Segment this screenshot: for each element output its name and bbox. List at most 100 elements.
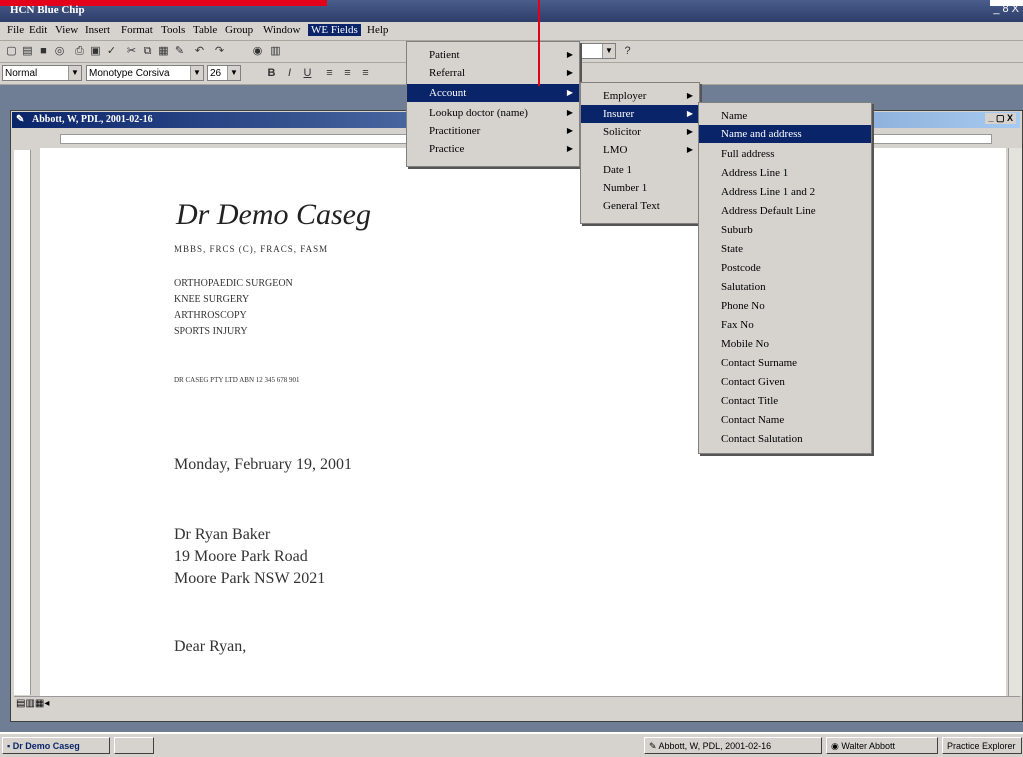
submenu-item-general-text[interactable]: General Text	[581, 197, 699, 215]
field-phone-no[interactable]: Phone No	[699, 297, 871, 315]
chevron-down-icon: ▼	[602, 44, 615, 58]
field-contact-title[interactable]: Contact Title	[699, 392, 871, 410]
table-icon[interactable]: ▥	[268, 44, 283, 58]
doctor-name: Dr Demo Caseg	[176, 198, 371, 231]
field-suburb[interactable]: Suburb	[699, 221, 871, 239]
align-center-icon[interactable]: ≡	[340, 66, 355, 80]
web-icon[interactable]: ◉	[250, 44, 265, 58]
chevron-right-icon: ▶	[686, 91, 693, 100]
horizontal-scrollbar[interactable]: ▤▥▦◂	[14, 696, 1020, 713]
style-value: Normal	[5, 68, 38, 79]
callout-line	[538, 0, 540, 86]
print-icon[interactable]: ⎙	[72, 44, 87, 58]
menu-window[interactable]: Window	[260, 24, 303, 36]
chevron-right-icon: ▶	[686, 145, 693, 154]
chevron-right-icon: ▶	[686, 127, 693, 136]
field-contact-surname[interactable]: Contact Surname	[699, 354, 871, 372]
cut-icon[interactable]: ✂	[124, 44, 139, 58]
letter-date: Monday, February 19, 2001	[174, 456, 353, 473]
view-buttons[interactable]: ▤▥▦◂	[16, 698, 49, 709]
redo-icon[interactable]: ↷	[212, 44, 227, 58]
submenu-item-insurer[interactable]: Insurer ▶	[581, 105, 699, 123]
menu-insert[interactable]: Insert	[82, 24, 113, 36]
vertical-scrollbar[interactable]	[1008, 148, 1022, 696]
field-address-default-line[interactable]: Address Default Line	[699, 202, 871, 220]
submenu-item-date-1[interactable]: Date 1	[581, 161, 699, 179]
menu-format[interactable]: Format	[118, 24, 156, 36]
menu-help[interactable]: Help	[364, 24, 391, 36]
zoom-combo[interactable]: ▼	[580, 43, 616, 59]
field-state[interactable]: State	[699, 240, 871, 258]
chevron-right-icon: ▶	[566, 50, 573, 59]
format-painter-icon[interactable]: ✎	[172, 44, 187, 58]
menu-item-lookup-doctor[interactable]: Lookup doctor (name) ▶	[407, 104, 579, 122]
taskbar-start-button[interactable]: ▪ Dr Demo Caseg	[2, 737, 110, 754]
company-line: DR CASEG PTY LTD ABN 12 345 678 901	[174, 376, 300, 384]
menu-bar: File Edit View Insert Format Tools Table…	[0, 22, 1023, 41]
submenu-item-number-1[interactable]: Number 1	[581, 179, 699, 197]
open-icon[interactable]: ▤	[20, 44, 35, 58]
menu-group[interactable]: Group	[222, 24, 256, 36]
menu-we-fields[interactable]: WE Fields	[308, 24, 361, 36]
menu-item-practitioner[interactable]: Practitioner ▶	[407, 122, 579, 140]
field-full-address[interactable]: Full address	[699, 145, 871, 163]
address-line: Moore Park NSW 2021	[174, 570, 326, 587]
taskbar-empty-slot[interactable]	[114, 737, 154, 754]
submenu-item-employer[interactable]: Employer ▶	[581, 87, 699, 105]
doc-window-controls[interactable]: _ ▢ X	[985, 113, 1016, 124]
we-fields-menu: Patient ▶ Referral ▶ Account ▶ Lookup docto…	[406, 41, 580, 167]
submenu-item-lmo[interactable]: LMO ▶	[581, 141, 699, 159]
taskbar-button-patient[interactable]: ◉ Walter Abbott	[826, 737, 938, 754]
font-combo[interactable]: Monotype Corsiva ▼	[86, 65, 204, 81]
undo-icon[interactable]: ↶	[192, 44, 207, 58]
field-contact-salutation[interactable]: Contact Salutation	[699, 430, 871, 448]
address-line: 19 Moore Park Road	[174, 548, 308, 565]
field-address-line-1[interactable]: Address Line 1	[699, 164, 871, 182]
menu-view[interactable]: View	[52, 24, 81, 36]
field-contact-given[interactable]: Contact Given	[699, 373, 871, 391]
spelling-icon[interactable]: ✓	[104, 44, 119, 58]
chevron-down-icon: ▼	[68, 66, 81, 80]
style-combo[interactable]: Normal ▼	[2, 65, 82, 81]
menu-item-practice[interactable]: Practice ▶	[407, 140, 579, 158]
address-line: Dr Ryan Baker	[174, 526, 271, 543]
underline-button[interactable]: U	[300, 66, 315, 80]
field-name-and-address[interactable]: Name and address	[699, 125, 871, 143]
field-contact-name[interactable]: Contact Name	[699, 411, 871, 429]
menu-item-account[interactable]: Account ▶	[407, 84, 579, 102]
taskbar-button-practice-explorer[interactable]: Practice Explorer	[942, 737, 1022, 754]
field-address-line-1-and-2[interactable]: Address Line 1 and 2	[699, 183, 871, 201]
field-postcode[interactable]: Postcode	[699, 259, 871, 277]
copy-icon[interactable]: ⧉	[140, 44, 155, 58]
help-icon[interactable]: ?	[620, 44, 635, 58]
align-right-icon[interactable]: ≡	[358, 66, 373, 80]
search-icon[interactable]: ◎	[52, 44, 67, 58]
align-left-icon[interactable]: ≡	[322, 66, 337, 80]
menu-item-referral[interactable]: Referral ▶	[407, 64, 579, 82]
document-title: Abbott, W, PDL, 2001-02-16	[32, 114, 153, 125]
print-preview-icon[interactable]: ▣	[88, 44, 103, 58]
document-icon: ✎	[649, 741, 659, 751]
submenu-item-solicitor[interactable]: Solicitor ▶	[581, 123, 699, 141]
field-mobile-no[interactable]: Mobile No	[699, 335, 871, 353]
menu-table[interactable]: Table	[190, 24, 220, 36]
field-name[interactable]: Name	[699, 107, 871, 125]
font-size-combo[interactable]: 26 ▼	[207, 65, 241, 81]
menu-item-patient[interactable]: Patient ▶	[407, 46, 579, 64]
new-icon[interactable]: ▢	[4, 44, 19, 58]
italic-button[interactable]: I	[282, 66, 297, 80]
save-icon[interactable]: ■	[36, 44, 51, 58]
taskbar-button-document[interactable]: ✎ Abbott, W, PDL, 2001-02-16	[644, 737, 822, 754]
chevron-right-icon: ▶	[566, 126, 573, 135]
menu-tools[interactable]: Tools	[158, 24, 188, 36]
menu-file[interactable]: File	[4, 24, 27, 36]
menu-edit[interactable]: Edit	[26, 24, 50, 36]
bold-button[interactable]: B	[264, 66, 279, 80]
field-salutation[interactable]: Salutation	[699, 278, 871, 296]
paste-icon[interactable]: ▦	[156, 44, 171, 58]
account-submenu: Employer ▶ Insurer ▶ Solicitor ▶ LMO ▶ Date …	[580, 82, 700, 224]
taskbar: ▪ Dr Demo Caseg ✎ Abbott, W, PDL, 2001-0…	[0, 732, 1023, 757]
chevron-down-icon: ▼	[227, 66, 240, 80]
field-fax-no[interactable]: Fax No	[699, 316, 871, 334]
vertical-ruler[interactable]	[14, 150, 31, 695]
